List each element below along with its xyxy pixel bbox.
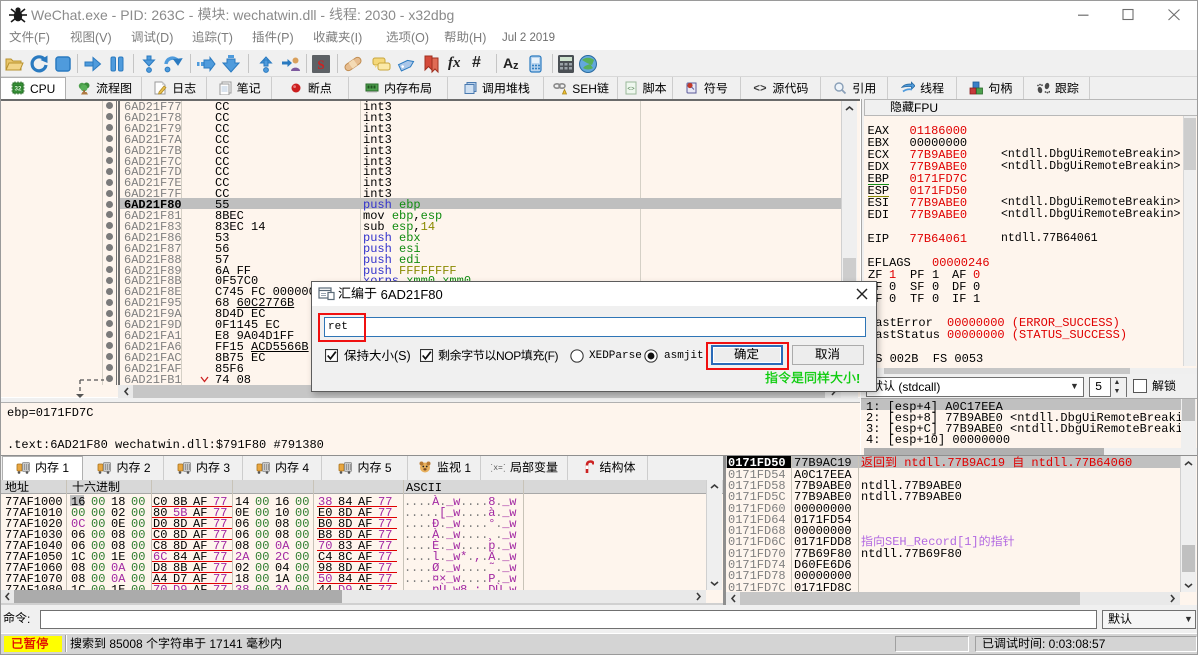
svg-text:<>: <> [753,84,767,96]
svg-text:S: S [317,57,324,72]
svg-text:32: 32 [15,87,22,93]
svg-text:<>: <> [627,86,635,93]
svg-text:[x=]: [x=] [491,464,505,473]
